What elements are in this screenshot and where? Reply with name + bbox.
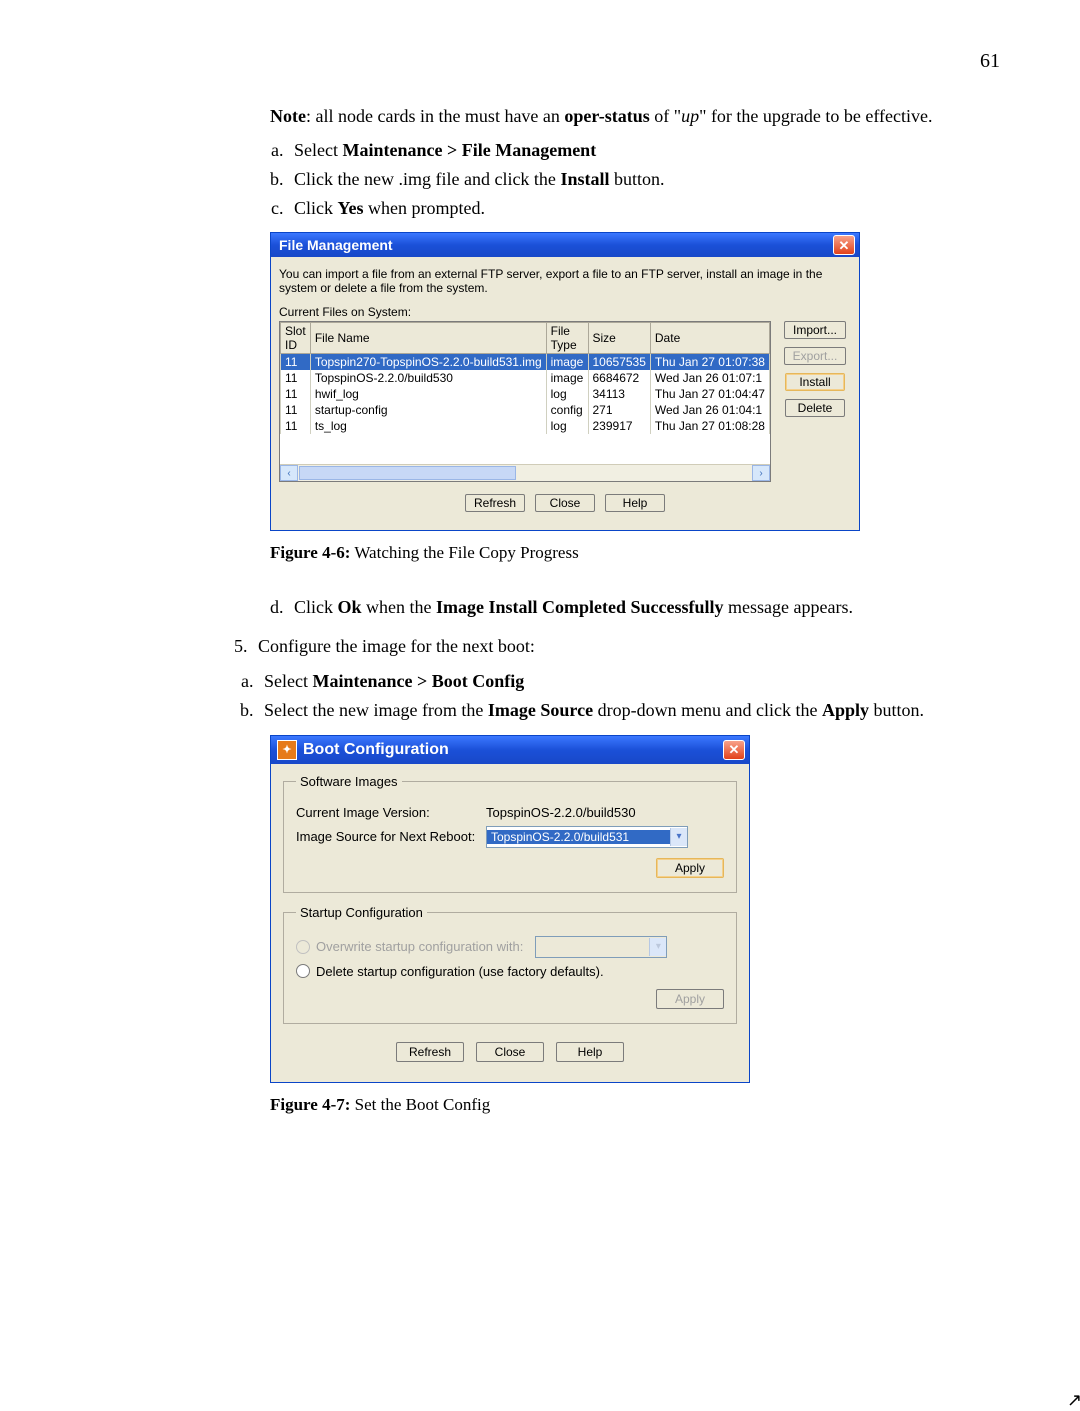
window-title: File Management xyxy=(279,237,393,253)
app-icon: ✦ xyxy=(277,740,297,760)
col-type[interactable]: File Type xyxy=(546,323,588,354)
note-prefix: Note xyxy=(270,106,306,126)
scroll-track[interactable] xyxy=(299,466,751,480)
table-row[interactable]: 11 TopspinOS-2.2.0/build530 image 668467… xyxy=(281,370,770,386)
chevron-down-icon[interactable]: ▾ xyxy=(670,828,687,846)
close-button[interactable]: Close xyxy=(535,494,595,512)
apply-button-2: Apply xyxy=(656,989,724,1009)
startup-config-group: Startup Configuration Overwrite startup … xyxy=(283,905,737,1024)
image-source-dropdown[interactable]: TopspinOS-2.2.0/build531 ▾ xyxy=(486,826,688,848)
table-row[interactable]: 11 ts_log log 239917 Thu Jan 27 01:08:28 xyxy=(281,418,770,434)
table-row[interactable]: 11 startup-config config 271 Wed Jan 26 … xyxy=(281,402,770,418)
file-management-window: File Management ✕ You can import a file … xyxy=(270,232,860,531)
figure-caption-2: Figure 4-7: Set the Boot Config xyxy=(270,1095,1010,1115)
radio-icon[interactable] xyxy=(296,964,310,978)
col-date[interactable]: Date xyxy=(650,323,769,354)
titlebar[interactable]: ✦ Boot Configuration ✕ xyxy=(271,736,749,764)
scroll-thumb[interactable] xyxy=(299,466,516,480)
scroll-left-icon[interactable]: ‹ xyxy=(280,465,298,481)
help-button[interactable]: Help xyxy=(556,1042,624,1062)
software-images-group: Software Images Current Image Version: T… xyxy=(283,774,737,893)
step-5: Configure the image for the next boot: S… xyxy=(252,632,1010,724)
group-label: Software Images xyxy=(296,774,402,789)
horizontal-scrollbar[interactable]: ‹ › xyxy=(280,464,770,481)
close-icon[interactable]: ✕ xyxy=(723,740,745,760)
boot-config-window: ✦ Boot Configuration ✕ Software Images C… xyxy=(270,735,750,1083)
delete-radio[interactable]: Delete startup configuration (use factor… xyxy=(296,964,724,979)
col-name[interactable]: File Name xyxy=(310,323,546,354)
note-line: Note: all node cards in the must have an… xyxy=(270,103,1010,130)
refresh-button[interactable]: Refresh xyxy=(465,494,525,512)
scroll-right-icon[interactable]: › xyxy=(752,465,770,481)
figure-caption-1: Figure 4-6: Watching the File Copy Progr… xyxy=(270,543,1010,563)
substeps-1: Select Maintenance > File Management Cli… xyxy=(288,136,1010,222)
group-label: Startup Configuration xyxy=(296,905,427,920)
delete-button[interactable]: Delete xyxy=(785,399,845,417)
import-button[interactable]: Import... xyxy=(784,321,846,339)
current-version-label: Current Image Version: xyxy=(296,805,486,820)
export-button: Export... xyxy=(784,347,847,365)
titlebar[interactable]: File Management ✕ xyxy=(271,233,859,257)
install-button[interactable]: Install xyxy=(785,373,845,391)
refresh-button[interactable]: Refresh xyxy=(396,1042,464,1062)
image-source-label: Image Source for Next Reboot: xyxy=(296,829,486,844)
apply-button[interactable]: Apply xyxy=(656,858,724,878)
col-slot[interactable]: Slot ID xyxy=(281,323,311,354)
table-row[interactable]: 11 hwif_log log 34113 Thu Jan 27 01:04:4… xyxy=(281,386,770,402)
substeps-1d: Click Ok when the Image Install Complete… xyxy=(288,593,1010,622)
file-table[interactable]: Slot ID File Name File Type Size Date 11… xyxy=(279,321,771,482)
description-text: You can import a file from an external F… xyxy=(279,267,851,295)
col-size[interactable]: Size xyxy=(588,323,650,354)
window-title: Boot Configuration xyxy=(303,741,449,759)
radio-icon xyxy=(296,940,310,954)
close-icon[interactable]: ✕ xyxy=(833,235,855,255)
current-version-value: TopspinOS-2.2.0/build530 xyxy=(486,805,636,820)
table-row[interactable]: 11 Topspin270-TopspinOS-2.2.0-build531.i… xyxy=(281,354,770,371)
overwrite-radio: Overwrite startup configuration with: ▾ xyxy=(296,936,724,958)
chevron-down-icon: ▾ xyxy=(649,938,666,956)
page-number: 61 xyxy=(270,50,1010,73)
overwrite-dropdown: ▾ xyxy=(535,936,667,958)
help-button[interactable]: Help xyxy=(605,494,665,512)
current-files-label: Current Files on System: xyxy=(279,305,851,319)
close-button[interactable]: Close xyxy=(476,1042,544,1062)
